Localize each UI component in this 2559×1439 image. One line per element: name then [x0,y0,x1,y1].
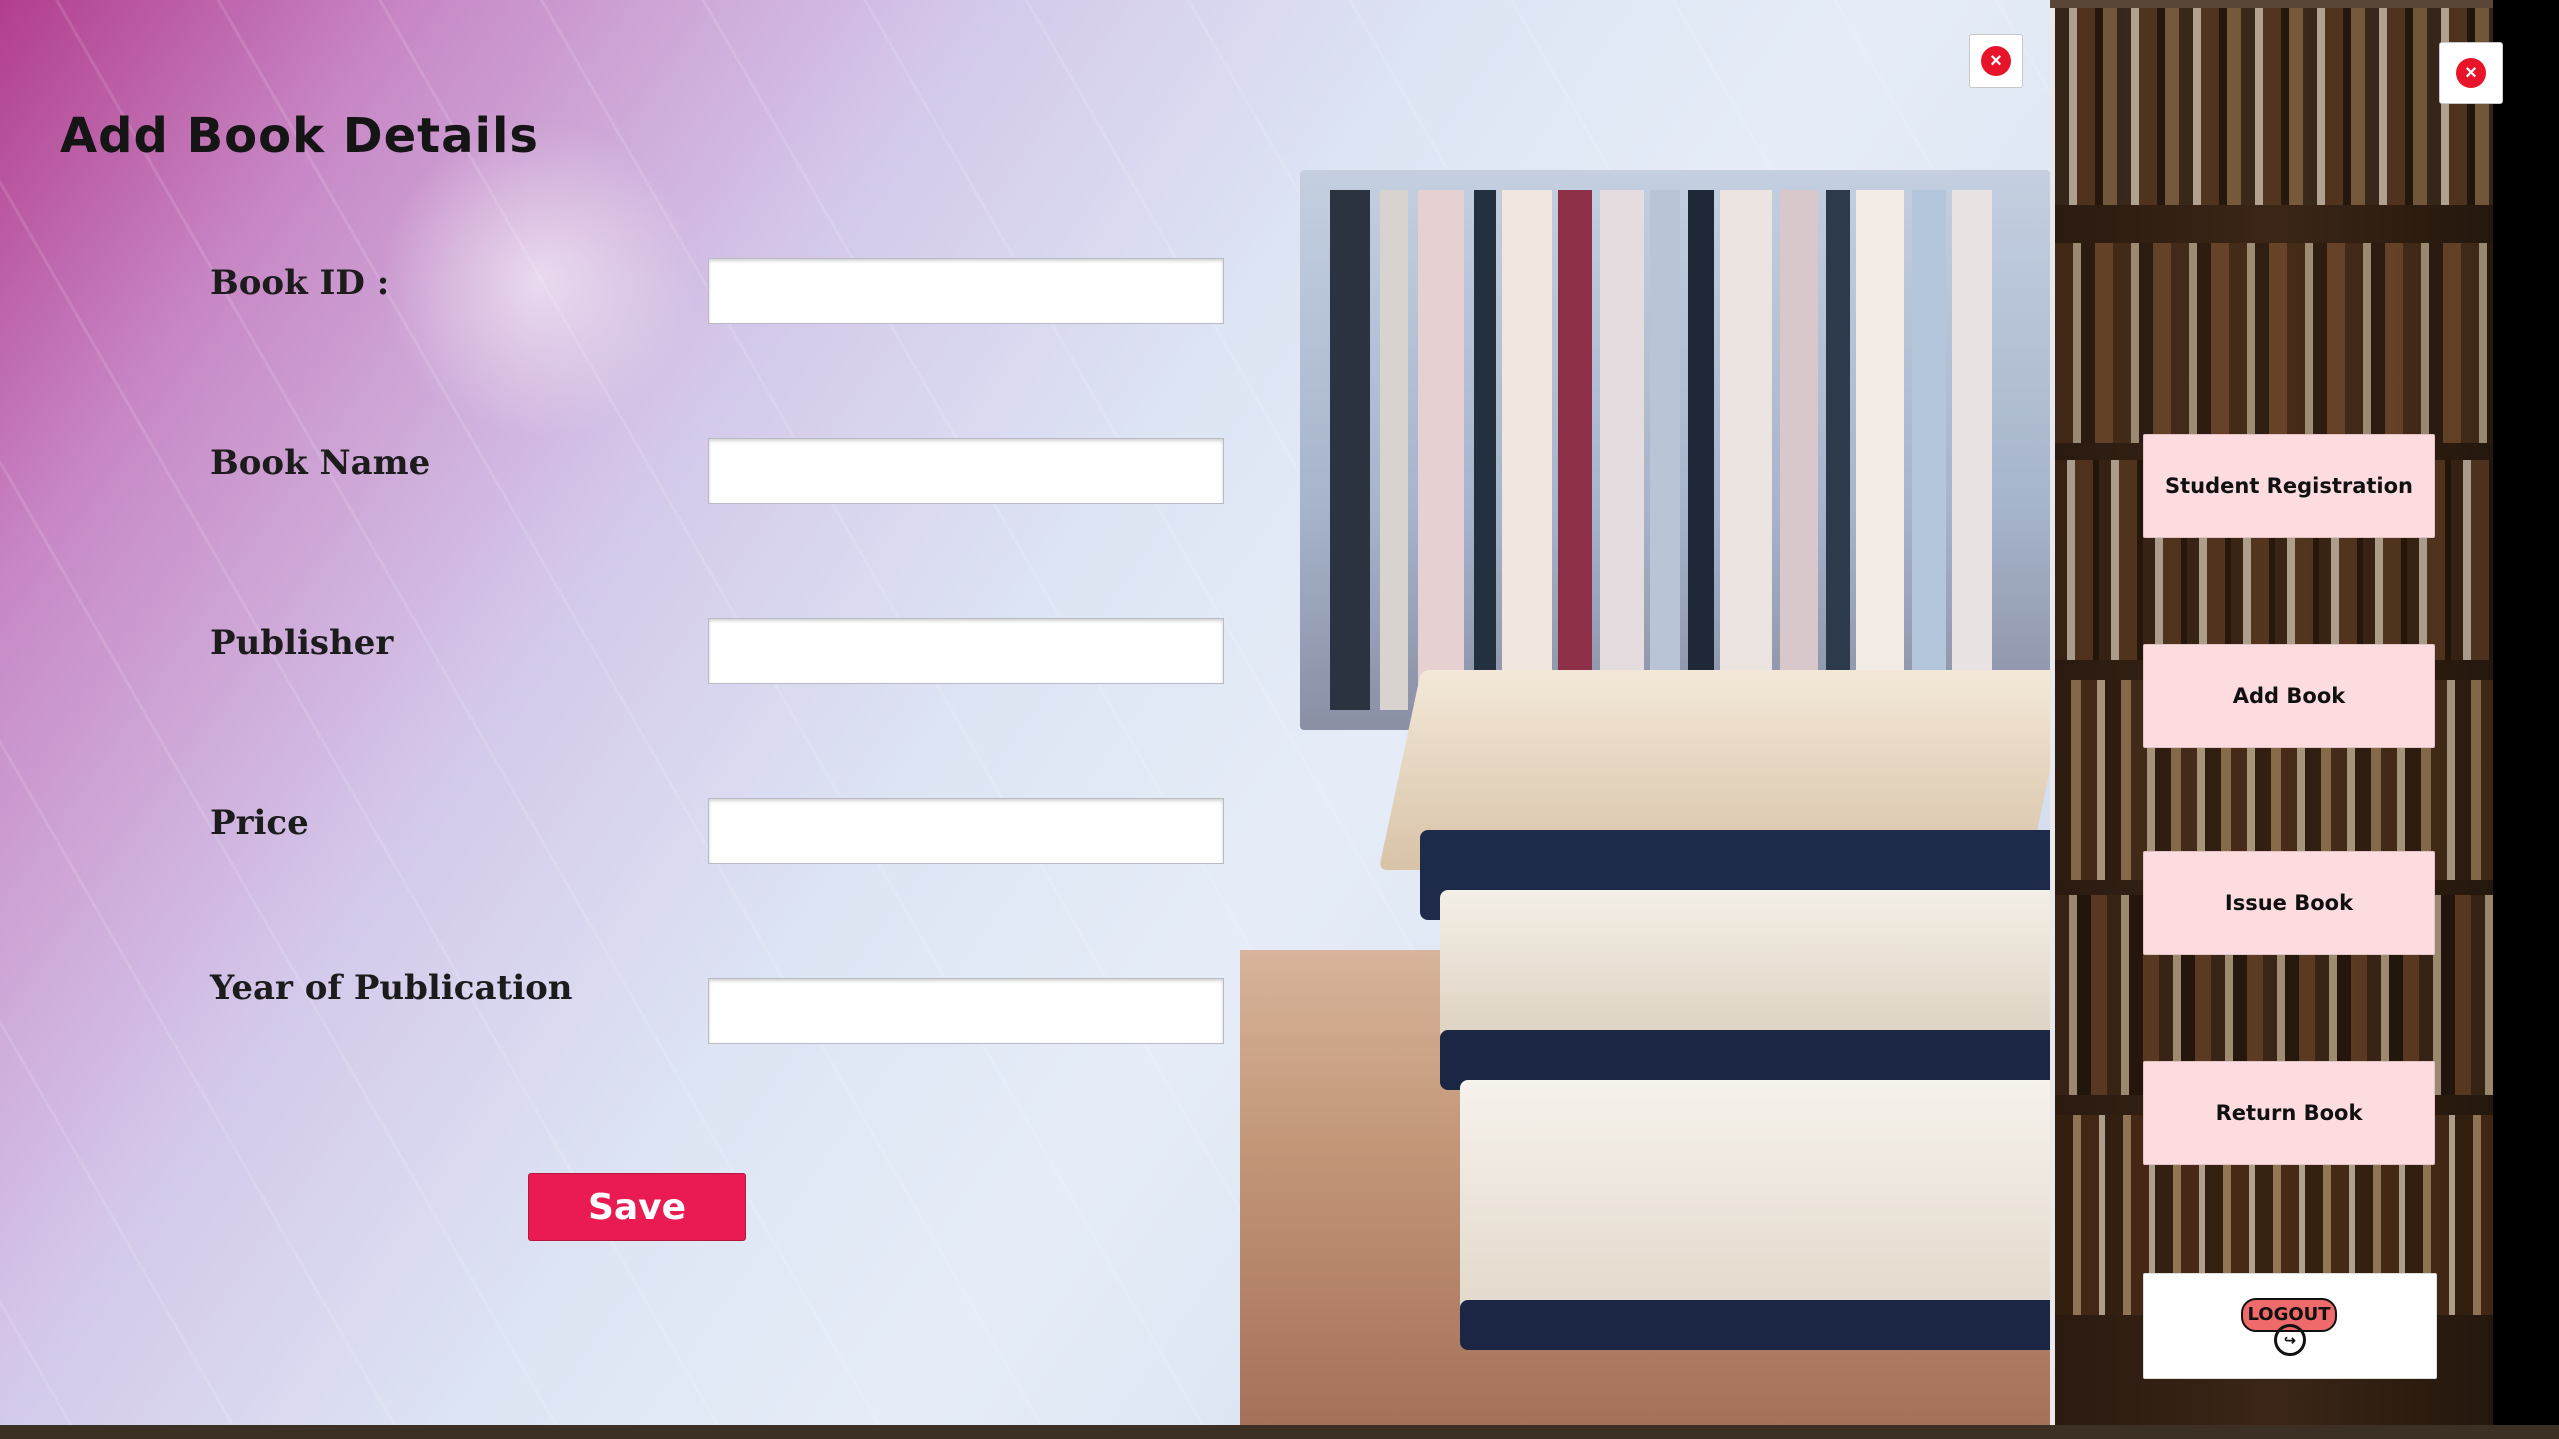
price-input[interactable] [708,798,1224,864]
right-strip [2493,0,2559,1439]
books-illustration [1240,130,2050,1425]
logout-icon: ↪ [2274,1324,2306,1356]
book-name-input[interactable] [708,438,1224,504]
book-name-label: Book Name [210,443,431,483]
nav-close-button[interactable]: × [2439,42,2503,104]
year-of-publication-input[interactable] [708,978,1224,1044]
publisher-input[interactable] [708,618,1224,684]
book-id-label: Book ID : [210,263,390,303]
add-book-panel: Add Book Details Book ID : Book Name Pub… [0,0,2050,1425]
logout-button[interactable]: LOGOUT ↪ [2143,1273,2437,1379]
bottom-strip [0,1425,2559,1439]
publisher-label: Publisher [210,623,394,663]
save-button[interactable]: Save [528,1173,746,1241]
student-registration-button[interactable]: Student Registration [2143,434,2435,538]
year-of-publication-label: Year of Publication [210,968,573,1008]
close-icon: × [2456,58,2486,88]
page-title: Add Book Details [60,108,539,164]
add-book-button[interactable]: Add Book [2143,644,2435,748]
issue-book-button[interactable]: Issue Book [2143,851,2435,955]
price-label: Price [210,803,309,843]
top-strip [2050,0,2559,8]
form-close-button[interactable]: × [1969,34,2023,88]
book-id-input[interactable] [708,258,1224,324]
return-book-button[interactable]: Return Book [2143,1061,2435,1165]
close-icon: × [1981,46,2011,76]
